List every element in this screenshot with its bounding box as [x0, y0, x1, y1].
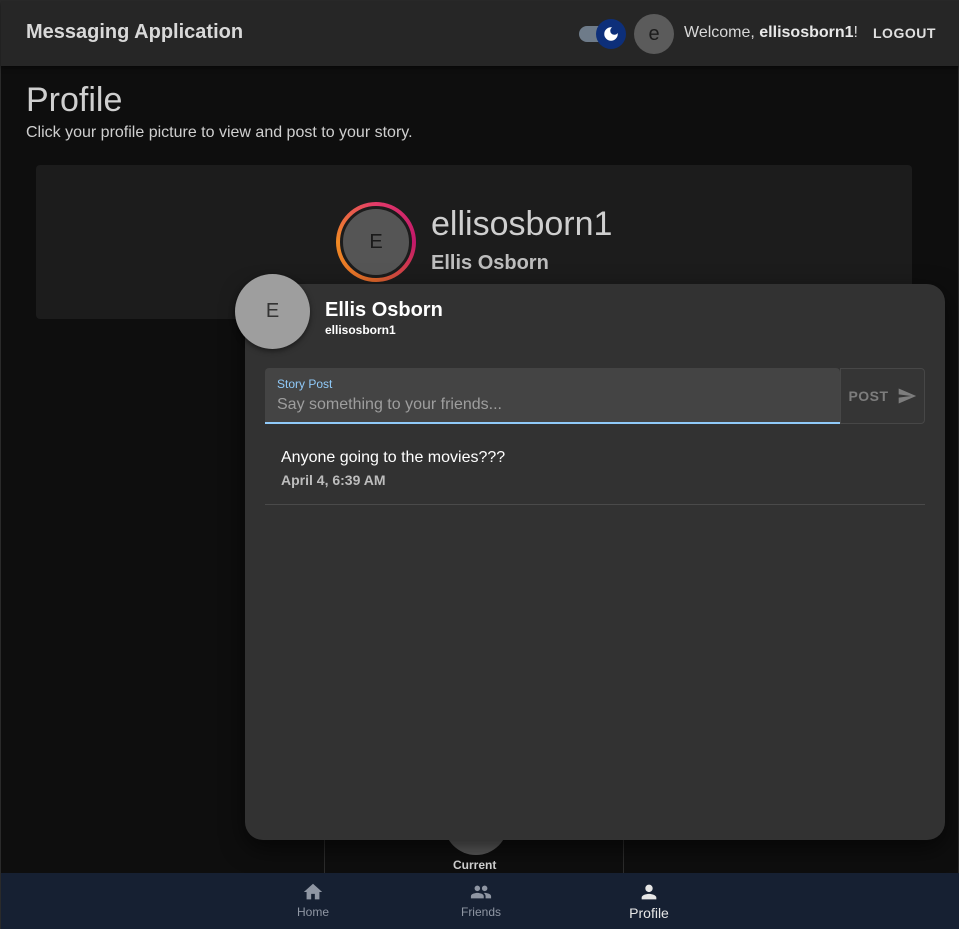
- home-icon: [303, 883, 323, 900]
- welcome-message: Welcome, ellisosborn1!: [684, 24, 858, 42]
- nav-item-home[interactable]: Home: [268, 873, 358, 929]
- nav-item-profile[interactable]: Profile: [604, 873, 694, 929]
- dark-mode-toggle[interactable]: [578, 18, 628, 50]
- nav-item-friends[interactable]: Friends: [436, 873, 526, 929]
- profile-picture: E: [340, 206, 412, 278]
- moon-icon: [596, 19, 626, 49]
- nav-label-home: Home: [296, 905, 329, 919]
- people-icon: [470, 885, 492, 899]
- story-dialog-avatar: E: [235, 274, 310, 349]
- page-title: Profile: [26, 81, 123, 119]
- logout-button[interactable]: LOGOUT: [863, 19, 946, 47]
- profile-avatar-letter: E: [369, 230, 383, 253]
- story-post-input[interactable]: [277, 394, 827, 416]
- post-button[interactable]: POST: [840, 368, 925, 424]
- story-post-field[interactable]: Story Post: [265, 368, 840, 424]
- app-title: Messaging Application: [26, 21, 244, 43]
- avatar[interactable]: e: [634, 14, 674, 54]
- post-button-label: POST: [848, 388, 889, 404]
- profile-username: ellisosborn1: [431, 205, 613, 243]
- bottom-navigation: Home Friends Profile: [1, 873, 959, 929]
- welcome-suffix: !: [853, 24, 858, 41]
- nav-label-profile: Profile: [629, 905, 669, 921]
- story-post-text: Anyone going to the movies???: [281, 449, 506, 466]
- story-dialog-name: Ellis Osborn: [325, 299, 443, 321]
- story-post-label: Story Post: [277, 377, 333, 391]
- nav-label-friends: Friends: [460, 905, 501, 919]
- story-dialog-avatar-letter: E: [265, 300, 280, 322]
- send-icon: [898, 388, 916, 404]
- story-post-item: Anyone going to the movies??? April 4, 6…: [265, 431, 925, 505]
- person-icon: [641, 884, 657, 900]
- story-post-time: April 4, 6:39 AM: [281, 472, 386, 488]
- story-dialog-handle: ellisosborn1: [325, 323, 396, 337]
- welcome-username: ellisosborn1: [759, 24, 854, 41]
- profile-picture-story-ring[interactable]: E: [336, 202, 416, 282]
- page-subtitle: Click your profile picture to view and p…: [26, 124, 413, 141]
- profile-full-name: Ellis Osborn: [431, 252, 549, 274]
- current-story-label: Current: [453, 858, 497, 872]
- welcome-prefix: Welcome,: [684, 24, 760, 41]
- app-bar: Messaging Application e Welcome, ellisos…: [1, 1, 959, 66]
- avatar-letter: e: [648, 22, 660, 45]
